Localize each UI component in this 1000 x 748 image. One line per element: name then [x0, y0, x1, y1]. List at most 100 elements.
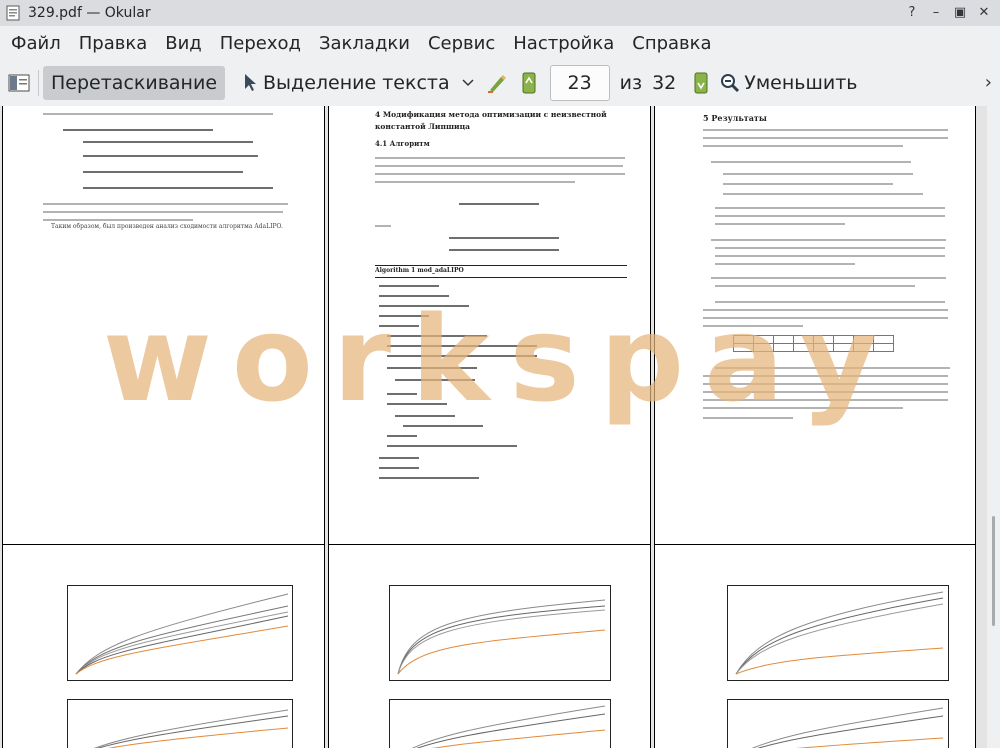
algorithm-line: [379, 295, 449, 297]
page-22-footer-text: Таким образом, был произведен анализ схо…: [51, 223, 283, 230]
algorithm-line: [387, 403, 447, 405]
text-line: [703, 391, 948, 393]
algorithm-line: [387, 335, 487, 337]
window-title: 329.pdf — Okular: [28, 5, 151, 21]
page-27[interactable]: [654, 544, 976, 748]
help-icon[interactable]: ?: [902, 2, 922, 22]
plot-figure: [67, 699, 293, 748]
algorithm-line: [379, 325, 419, 327]
browse-tool-button[interactable]: Перетаскивание: [43, 66, 226, 100]
cursor-icon: [245, 74, 257, 91]
text-line: [703, 129, 948, 131]
annotation-pen-icon[interactable]: [482, 68, 512, 98]
text-line: [375, 225, 391, 227]
formula-line: [83, 141, 253, 143]
maximize-icon[interactable]: ▣: [950, 2, 970, 22]
page-of-label: из: [619, 72, 643, 94]
plot-figure: [389, 585, 611, 681]
sidebar-icon[interactable]: [4, 68, 34, 98]
text-line: [375, 157, 625, 159]
algorithm-line: [387, 393, 417, 395]
formula-line: [83, 171, 243, 173]
algorithm-line: [387, 345, 537, 347]
formula-line: [449, 237, 559, 239]
text-line: [715, 367, 950, 369]
vertical-scrollbar[interactable]: [987, 106, 1000, 748]
text-select-label: Выделение текста: [263, 72, 450, 94]
text-line: [703, 417, 793, 419]
document-viewport[interactable]: Таким образом, был произведен анализ схо…: [0, 106, 1000, 748]
algorithm-line: [379, 457, 419, 459]
page-number-input[interactable]: 23: [549, 65, 610, 101]
menu-tools[interactable]: Сервис: [419, 33, 504, 54]
algorithm-line: [387, 435, 417, 437]
algorithm-line: [387, 355, 537, 357]
algorithm-line: [379, 315, 429, 317]
menu-bookmarks[interactable]: Закладки: [310, 33, 419, 54]
menu-settings[interactable]: Настройка: [504, 33, 623, 54]
list-line: [715, 247, 945, 249]
list-line: [711, 161, 911, 163]
algorithm-line: [387, 367, 477, 369]
algorithm-rule: [375, 265, 627, 266]
page-25[interactable]: [2, 544, 325, 748]
formula-line: [449, 249, 559, 251]
chevron-down-icon[interactable]: [458, 68, 478, 98]
text-line: [703, 137, 948, 139]
algorithm-line: [379, 467, 419, 469]
text-line: [715, 223, 845, 225]
zoom-out-icon: [721, 74, 740, 93]
text-line: [375, 181, 575, 183]
page-23-section-title: 4 Модификация метода оптимизации с неизв…: [375, 110, 607, 131]
minimize-icon[interactable]: –: [926, 2, 946, 22]
text-line: [703, 383, 948, 385]
text-line: [703, 375, 948, 377]
scrollbar-thumb[interactable]: [992, 516, 995, 626]
menu-view[interactable]: Вид: [156, 33, 211, 54]
text-line: [703, 309, 948, 311]
list-line: [723, 173, 913, 175]
list-line: [715, 263, 855, 265]
list-line: [711, 277, 946, 279]
list-line: [723, 183, 893, 185]
algorithm-rule: [375, 277, 627, 278]
formula-line: [459, 203, 539, 205]
text-line: [703, 325, 803, 327]
algorithm-line: [379, 285, 439, 287]
text-line: [703, 317, 948, 319]
close-icon[interactable]: ✕: [974, 2, 994, 22]
next-page-icon[interactable]: [686, 68, 716, 98]
plot-figure: [727, 699, 949, 748]
menu-help[interactable]: Справка: [623, 33, 720, 54]
menu-edit[interactable]: Правка: [70, 33, 157, 54]
algorithm-line: [379, 305, 469, 307]
toolbar-overflow-icon[interactable]: ›: [985, 72, 992, 93]
formula-line: [83, 155, 258, 157]
text-line: [43, 211, 283, 213]
menu-go[interactable]: Переход: [211, 33, 310, 54]
plot-lines: [93, 709, 289, 748]
page-23-subsection-title: 4.1 Алгоритм: [375, 139, 430, 148]
plot-figure: [67, 585, 293, 681]
algorithm-line: [387, 445, 517, 447]
menu-bar: Файл Правка Вид Переход Закладки Сервис …: [0, 26, 1000, 60]
list-line: [711, 239, 946, 241]
formula-line: [63, 129, 213, 131]
plot-lines: [735, 591, 944, 675]
results-table: [733, 335, 894, 352]
text-line: [375, 173, 625, 175]
total-pages-label: 32: [652, 72, 677, 94]
text-line: [703, 399, 948, 401]
page-26[interactable]: [328, 544, 651, 748]
text-line: [715, 301, 945, 303]
previous-page-icon[interactable]: [514, 68, 544, 98]
text-line: [43, 203, 288, 205]
menu-file[interactable]: Файл: [2, 33, 70, 54]
text-select-tool-button[interactable]: Выделение текста: [235, 66, 458, 100]
page-24-section-title: 5 Результаты: [703, 113, 767, 123]
algorithm-line: [403, 425, 483, 427]
list-line: [715, 255, 945, 257]
zoom-out-button[interactable]: Уменьшить: [716, 66, 865, 100]
okular-app-icon: [2, 2, 24, 24]
algorithm-line: [395, 415, 455, 417]
